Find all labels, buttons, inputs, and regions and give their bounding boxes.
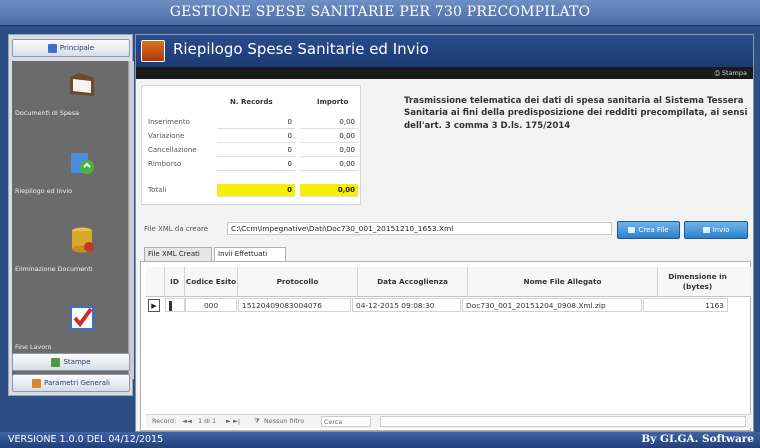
checkbox-exit-icon [70,306,94,330]
importo-value: 0,00 [300,130,358,143]
importo-value: 0,00 [300,158,358,171]
records-value: 0 [217,144,295,157]
tab-panel: ID Codice Esito Protocollo Data Accoglie… [140,261,751,431]
form-title: Riepilogo Spese Sanitarie ed Invio [173,40,429,58]
database-icon [72,227,94,253]
xml-path-field[interactable]: C:\Ccm\Impegnative\Dati\Doc730_001_20151… [227,222,612,235]
filter-icon: ⧩ [254,417,260,425]
search-input[interactable]: Cerca [321,416,371,427]
column-header[interactable]: Data Accoglienza [357,267,467,297]
menu-scrollbar[interactable] [128,61,134,379]
menu-item-label: Documenti di Spesa [15,109,80,117]
menu-item-documenti[interactable]: Documenti di Spesa [12,61,128,137]
upload-icon [71,153,94,174]
print-link[interactable]: ⎙ Stampa [715,69,747,78]
crea-file-button[interactable]: Crea File [617,221,680,239]
print-label: Stampa [721,69,747,77]
nav-next-icon[interactable]: ► ►| [226,415,240,428]
menu-item-label: Fine Lavoro [15,343,52,351]
column-header[interactable]: Nome File Allegato [467,267,657,297]
record-label: Record: [152,417,177,425]
invio-label: Invio [712,226,730,234]
horizontal-scrollbar[interactable] [380,416,746,427]
total-importo: 0,00 [300,184,358,197]
records-header: N. Records [230,98,273,106]
stampe-button[interactable]: Stampe [12,353,130,371]
version-text: VERSIONE 1.0.0 DEL 04/12/2015 [8,434,164,445]
main-form: Riepilogo Spese Sanitarie ed Invio ⎙ Sta… [135,34,754,432]
crea-file-label: Crea File [638,226,669,234]
tab-file-xml-creati[interactable]: File XML Creati [144,247,212,261]
column-header[interactable]: Dimensione in (bytes) [657,267,737,297]
filter-status[interactable]: Nessun filtro [264,415,304,428]
navigation-panel: Principale Documenti di Spesa Riepilogo … [8,34,134,396]
table-cell[interactable]: 04-12-2015 09:08:30 [352,298,461,312]
invio-button[interactable]: Invio [684,221,748,239]
menu-item-eliminazione[interactable]: Eliminazione Documenti [12,217,128,293]
printer-icon: ⎙ [714,69,722,77]
column-header[interactable]: Codice Esito [184,267,237,297]
brand-text: By GI.GA. Software [641,433,754,445]
xml-label: File XML da creare [144,225,209,233]
form-logo-icon [141,40,165,62]
column-header[interactable]: Protocollo [237,267,357,297]
table-cell[interactable]: 1163 [643,298,728,312]
menu-item-label: Riepilogo ed Invio [15,187,73,195]
grid-header: ID Codice Esito Protocollo Data Accoglie… [146,267,751,297]
records-value: 0 [217,130,295,143]
summary-panel: N. Records Importo Inserimento 0 0,00 Va… [141,85,361,205]
parametri-generali-button[interactable]: Parametri Generali [12,374,130,392]
importo-value: 0,00 [300,144,358,157]
column-header[interactable]: ID [164,267,184,297]
description-text: Trasmissione telematica dei dati di spes… [404,96,748,131]
file-icon [628,227,636,233]
tab-invii-effettuati[interactable]: Invii Effettuati [214,247,286,261]
summary-label: Variazione [148,132,185,140]
summary-label: Rimborso [148,160,182,168]
principale-label: Principale [59,44,95,52]
form-header: Riepilogo Spese Sanitarie ed Invio [136,35,753,67]
send-icon [702,227,710,233]
row-marker-icon [169,301,172,311]
records-value: 0 [217,116,295,129]
nav-first-icon[interactable]: ◄◄ [182,415,192,428]
total-records: 0 [217,184,295,197]
total-label: Totali [148,186,167,194]
menu-item-label: Eliminazione Documenti [15,265,93,273]
app-title: GESTIONE SPESE SANITARIE PER 730 PRECOMP… [169,4,591,20]
printer-icon [51,357,61,367]
importo-header: Importo [317,98,349,106]
save-icon [47,43,57,53]
record-position[interactable]: 1 di 1 [198,415,216,428]
folder-icon [70,73,94,96]
importo-value: 0,00 [300,116,358,129]
record-navigator: Record: ◄◄ 1 di 1 ► ►| ⧩ Nessun filtro C… [146,414,751,428]
principale-button[interactable]: Principale [12,39,130,57]
form-toolbar: ⎙ Stampa [136,67,753,79]
menu-list: Documenti di Spesa Riepilogo ed Invio El… [12,61,128,379]
row-selector[interactable]: ▶ [148,299,160,312]
summary-label: Cancellazione [148,146,197,154]
stampe-label: Stampe [63,358,91,366]
table-cell[interactable]: Doc730_001_20151204_0908.Xml.zip [462,298,642,312]
summary-label: Inserimento [148,118,190,126]
table-cell-id[interactable] [165,298,185,312]
menu-item-riepilogo[interactable]: Riepilogo ed Invio [12,139,128,215]
table-cell[interactable]: 15120409083004076 [238,298,351,312]
table-cell[interactable]: 000 [185,298,237,312]
settings-icon [32,378,42,388]
records-value: 0 [217,158,295,171]
parametri-label: Parametri Generali [44,379,110,387]
